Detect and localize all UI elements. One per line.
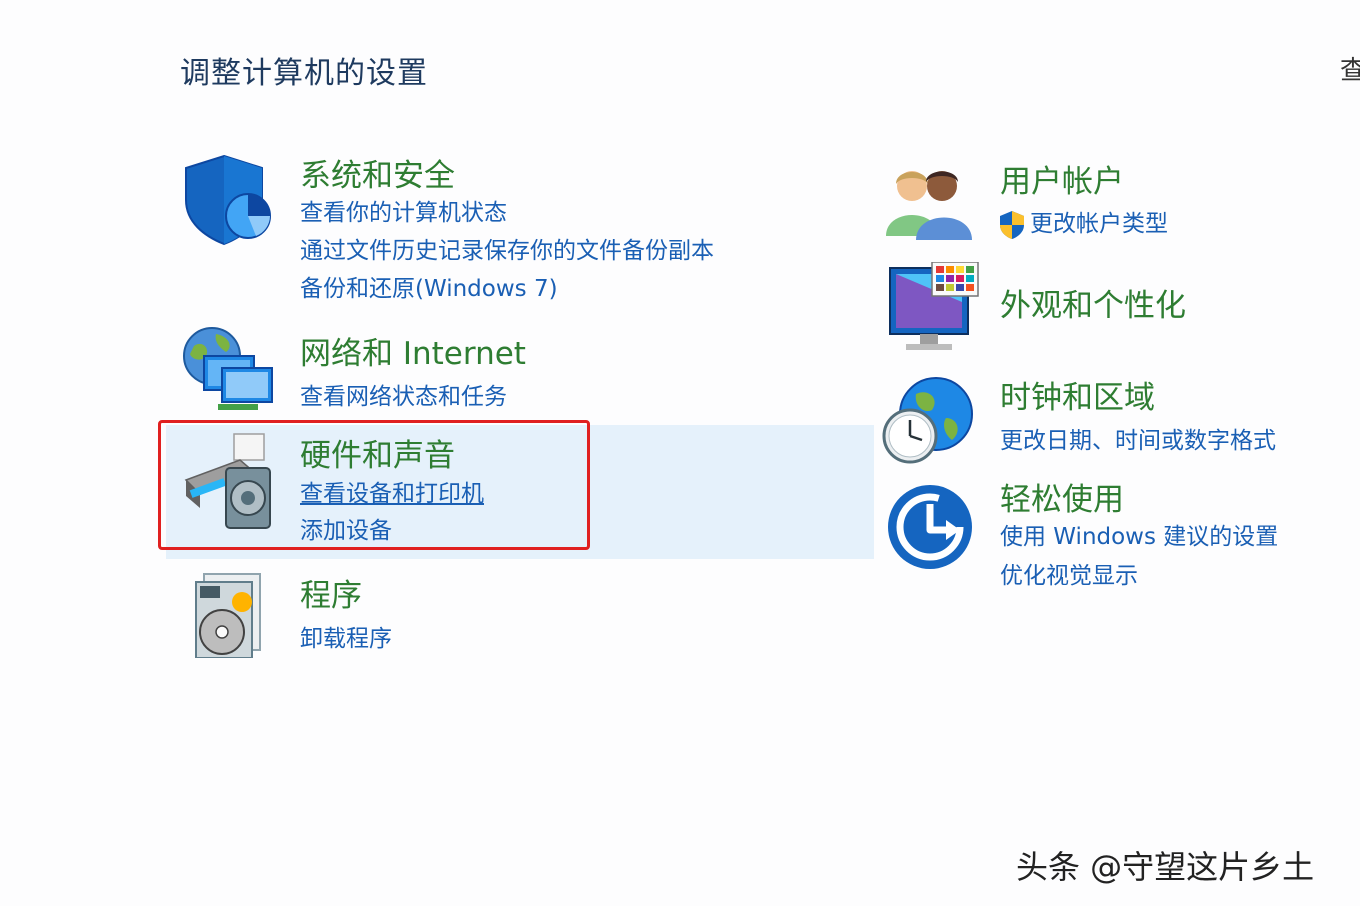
page-title: 调整计算机的设置 bbox=[180, 56, 428, 91]
view-by-label[interactable]: 查 bbox=[1340, 50, 1360, 87]
system-security-title[interactable]: 系统和安全 bbox=[300, 150, 455, 195]
ease-of-access-icon bbox=[888, 485, 972, 569]
clock-region-link-format[interactable]: 更改日期、时间或数字格式 bbox=[1000, 421, 1276, 455]
network-title[interactable]: 网络和 Internet bbox=[300, 328, 526, 373]
uac-shield-icon bbox=[1000, 210, 1024, 239]
appearance-title[interactable]: 外观和个性化 bbox=[1000, 280, 1186, 325]
system-security-link-backup[interactable]: 备份和还原(Windows 7) bbox=[300, 269, 558, 303]
system-security-link-file-history[interactable]: 通过文件历史记录保存你的文件备份副本 bbox=[300, 231, 714, 265]
ease-of-access-link-recommended[interactable]: 使用 Windows 建议的设置 bbox=[1000, 517, 1278, 551]
clock-region-title[interactable]: 时钟和区域 bbox=[1000, 372, 1155, 417]
clock-globe-icon bbox=[882, 377, 973, 464]
network-link-status[interactable]: 查看网络状态和任务 bbox=[300, 377, 507, 411]
programs-disc-icon bbox=[195, 573, 261, 658]
user-accounts-link-label: 更改帐户类型 bbox=[1030, 211, 1168, 237]
shield-icon bbox=[185, 154, 271, 246]
system-security-link-status[interactable]: 查看你的计算机状态 bbox=[300, 193, 507, 227]
user-accounts-link-change-type[interactable]: 更改帐户类型 bbox=[998, 204, 1168, 240]
annotation-red-box bbox=[158, 420, 590, 550]
users-icon bbox=[886, 171, 972, 240]
watermark: 头条 @守望这片乡土 bbox=[1016, 848, 1315, 886]
programs-title[interactable]: 程序 bbox=[300, 570, 362, 615]
user-accounts-title[interactable]: 用户帐户 bbox=[1000, 156, 1124, 201]
network-globe-icon bbox=[183, 327, 273, 410]
ease-of-access-link-visual[interactable]: 优化视觉显示 bbox=[1000, 556, 1138, 590]
monitor-palette-icon bbox=[889, 262, 979, 350]
programs-link-uninstall[interactable]: 卸载程序 bbox=[300, 619, 392, 653]
ease-of-access-title[interactable]: 轻松使用 bbox=[1000, 474, 1124, 519]
